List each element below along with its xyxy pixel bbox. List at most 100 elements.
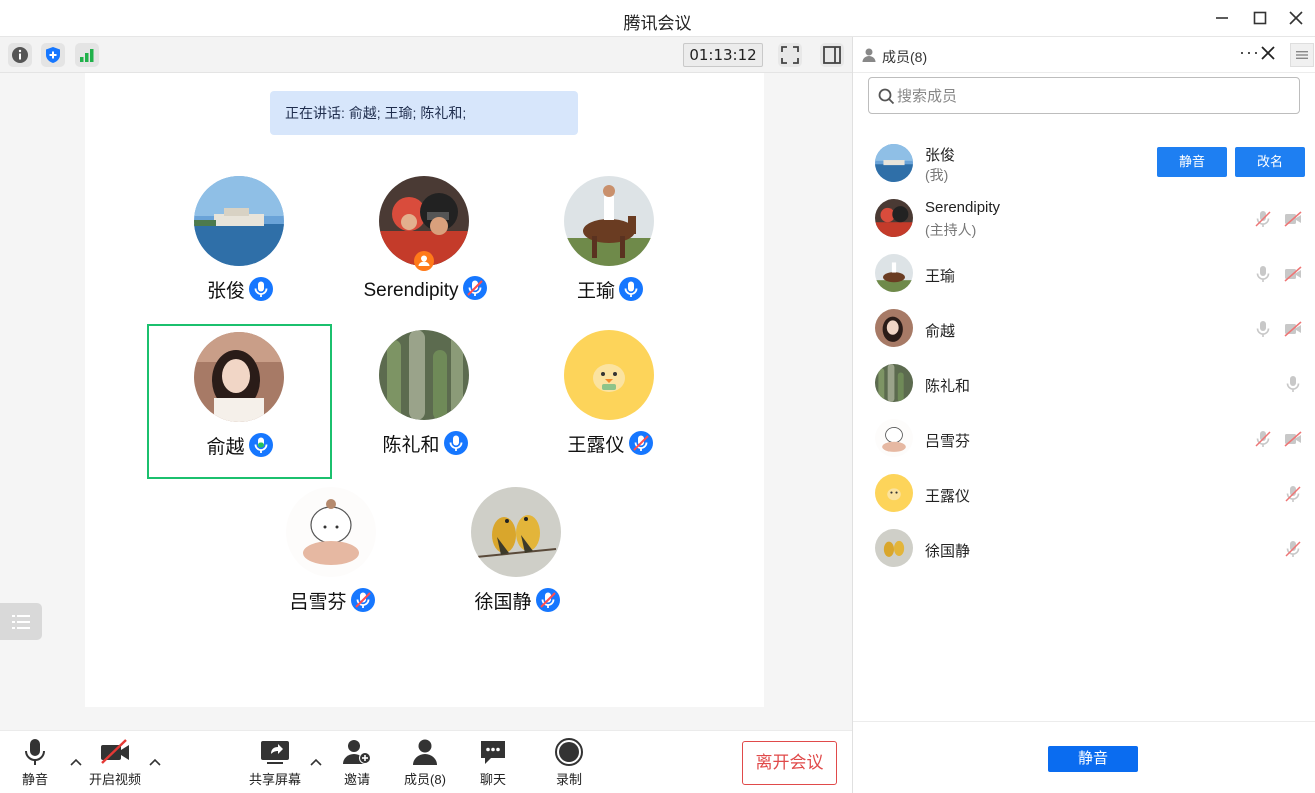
member-row[interactable]: 张俊 (我) 静音 改名 xyxy=(853,136,1315,191)
start-video-button[interactable]: 开启视频 xyxy=(80,737,150,789)
camera-off-icon[interactable] xyxy=(1283,209,1303,229)
camera-off-icon[interactable] xyxy=(1283,319,1303,339)
panel-footer: 静音 xyxy=(853,721,1315,793)
close-icon[interactable] xyxy=(1286,8,1306,28)
member-row[interactable]: 王瑜 xyxy=(853,246,1315,301)
avatar xyxy=(875,309,913,347)
record-button[interactable]: 录制 xyxy=(534,737,604,789)
avatar xyxy=(564,330,654,420)
avatar xyxy=(875,364,913,402)
participant-name: 徐国静 xyxy=(474,592,532,613)
chat-button[interactable]: 聊天 xyxy=(458,737,528,789)
avatar xyxy=(875,474,913,512)
info-bar: 01:13:12 xyxy=(0,37,852,73)
invite-button[interactable]: 邀请 xyxy=(322,737,392,789)
camera-off-icon[interactable] xyxy=(1283,429,1303,449)
mic-muted-icon[interactable] xyxy=(1283,539,1303,559)
fullscreen-icon[interactable] xyxy=(778,43,802,67)
member-role: (我) xyxy=(925,167,949,183)
participant-tile-active[interactable]: 俞越 xyxy=(147,324,332,479)
leave-meeting-button[interactable]: 离开会议 xyxy=(742,741,837,785)
member-search[interactable] xyxy=(868,77,1300,114)
participant-tile[interactable]: 吕雪芬 xyxy=(240,487,424,641)
mic-muted-icon xyxy=(536,588,560,612)
avatar xyxy=(471,487,561,577)
more-options-icon[interactable]: ··· xyxy=(1239,42,1260,63)
mic-on-icon[interactable] xyxy=(1253,264,1273,284)
camera-off-icon xyxy=(101,739,129,764)
hamburger-icon xyxy=(1296,51,1308,59)
avatar xyxy=(875,419,913,457)
member-row[interactable]: 陈礼和 xyxy=(853,356,1315,411)
participant-tile[interactable]: 陈礼和 xyxy=(333,330,517,484)
mic-on-icon[interactable] xyxy=(1283,374,1303,394)
panel-header: 成员(8) ··· xyxy=(853,37,1315,73)
avatar xyxy=(379,330,469,420)
member-role: (主持人) xyxy=(925,222,977,238)
mute-button[interactable]: 静音 xyxy=(0,737,70,789)
meeting-main: 01:13:12 正在讲话: 俞越; 王瑜; 陈礼和; 张俊 Serendipi… xyxy=(0,37,852,730)
maximize-icon[interactable] xyxy=(1250,8,1270,28)
member-row[interactable]: 徐国静 xyxy=(853,521,1315,576)
signal-strength-icon[interactable] xyxy=(75,43,99,67)
rename-button[interactable]: 改名 xyxy=(1235,147,1305,177)
participant-name: 俞越 xyxy=(206,437,245,458)
panel-menu-button[interactable] xyxy=(1290,43,1314,67)
share-screen-icon xyxy=(261,741,289,764)
info-icon[interactable] xyxy=(8,43,32,67)
member-row[interactable]: 王露仪 xyxy=(853,466,1315,521)
participant-name: 王露仪 xyxy=(567,435,625,456)
participant-name: 王瑜 xyxy=(576,281,615,302)
member-row[interactable]: Serendipity (主持人) xyxy=(853,191,1315,246)
search-icon xyxy=(878,88,895,105)
minimize-icon[interactable] xyxy=(1212,8,1232,28)
security-shield-icon[interactable] xyxy=(41,43,65,67)
participant-name: 陈礼和 xyxy=(382,435,440,456)
avatar xyxy=(194,176,284,266)
avatar xyxy=(194,332,284,422)
member-name: 俞越 xyxy=(925,323,956,340)
mic-on-icon[interactable] xyxy=(1253,319,1273,339)
member-name: 吕雪芬 xyxy=(925,433,971,450)
members-panel: 成员(8) ··· 张俊 (我) 静音 改名 Serendipity (主持人)… xyxy=(852,37,1315,793)
mic-muted-icon xyxy=(463,276,487,300)
list-toggle-button[interactable] xyxy=(0,603,42,640)
member-name: 陈礼和 xyxy=(925,378,971,395)
sidebar-layout-icon[interactable] xyxy=(820,43,844,67)
search-input[interactable] xyxy=(897,85,1287,107)
chevron-up-icon[interactable] xyxy=(309,757,323,767)
mute-all-button[interactable]: 静音 xyxy=(1048,746,1138,772)
participant-tile[interactable]: 张俊 xyxy=(148,176,332,330)
member-name: 张俊 xyxy=(925,147,956,164)
avatar xyxy=(286,487,376,577)
camera-off-icon[interactable] xyxy=(1283,264,1303,284)
meeting-toolbar: 静音 开启视频 共享屏幕 邀请 成员(8) 聊天 录制 离开会议 xyxy=(0,730,852,793)
chevron-up-icon[interactable] xyxy=(148,757,162,767)
member-name: Serendipity xyxy=(925,199,1001,216)
members-icon xyxy=(413,739,437,765)
mic-on-icon xyxy=(249,277,273,301)
participant-tile[interactable]: Serendipity xyxy=(333,176,517,330)
mic-muted-icon[interactable] xyxy=(1253,429,1273,449)
close-icon[interactable] xyxy=(1260,45,1276,61)
meeting-timer: 01:13:12 xyxy=(683,43,763,67)
participant-tile[interactable]: 王露仪 xyxy=(518,330,702,484)
members-icon xyxy=(862,48,876,62)
mic-muted-icon[interactable] xyxy=(1283,484,1303,504)
members-button[interactable]: 成员(8) xyxy=(390,737,460,789)
member-name: 王瑜 xyxy=(925,268,956,285)
participant-grid: 正在讲话: 俞越; 王瑜; 陈礼和; 张俊 Serendipity 王瑜 俞越 … xyxy=(85,73,764,707)
member-row[interactable]: 吕雪芬 xyxy=(853,411,1315,466)
mic-on-icon xyxy=(619,277,643,301)
panel-title: 成员(8) xyxy=(882,49,928,65)
avatar xyxy=(875,254,913,292)
avatar xyxy=(875,199,913,237)
participant-tile[interactable]: 王瑜 xyxy=(518,176,702,330)
mute-self-button[interactable]: 静音 xyxy=(1157,147,1227,177)
member-row[interactable]: 俞越 xyxy=(853,301,1315,356)
avatar xyxy=(875,529,913,567)
mic-muted-icon[interactable] xyxy=(1253,209,1273,229)
share-screen-button[interactable]: 共享屏幕 xyxy=(240,737,310,789)
participant-tile[interactable]: 徐国静 xyxy=(425,487,609,641)
member-name: 王露仪 xyxy=(925,488,971,505)
